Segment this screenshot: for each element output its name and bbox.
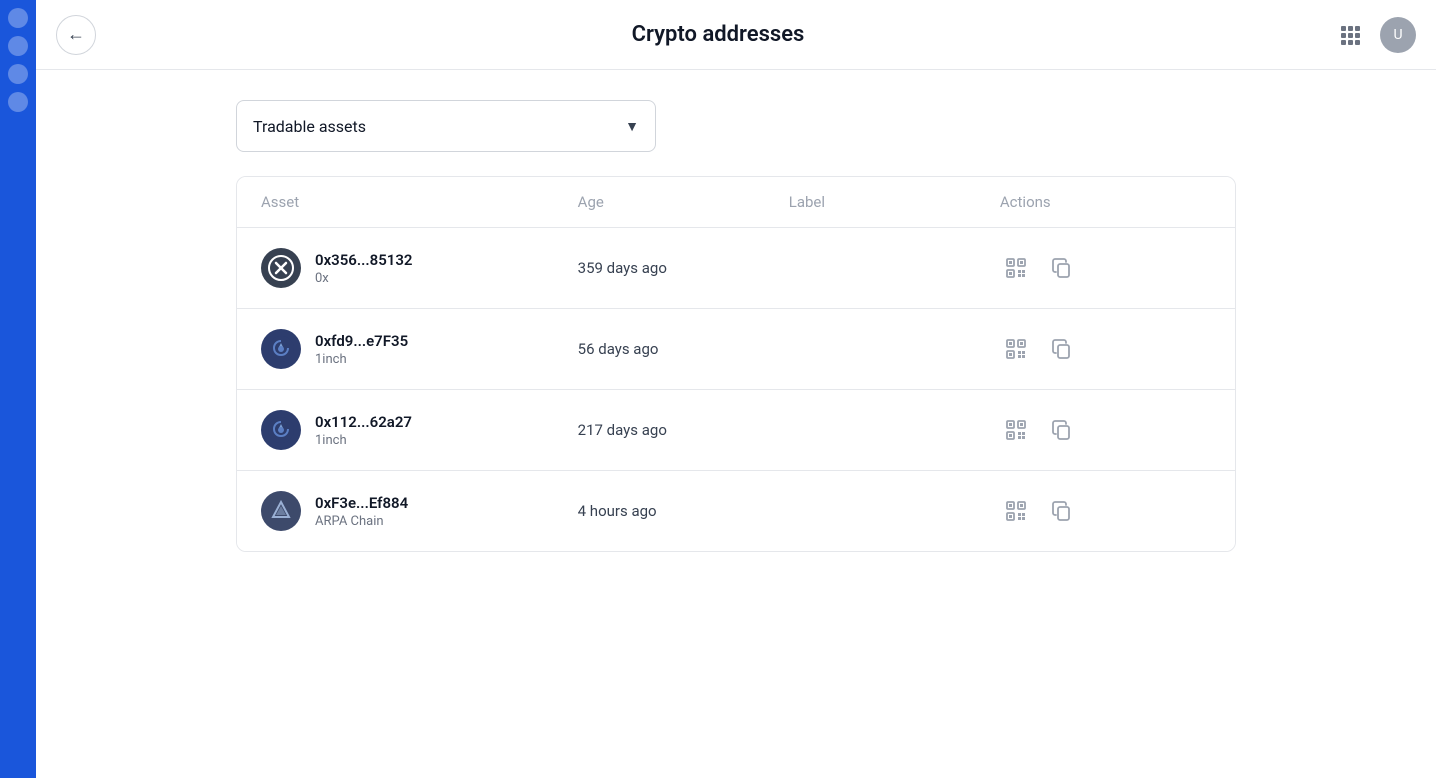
table-header: Asset Age Label Actions	[237, 177, 1235, 228]
asset-info-4: 0xF3e...Ef884 ARPA Chain	[315, 494, 408, 529]
page-title: Crypto addresses	[632, 22, 805, 47]
actions-cell-4	[1000, 495, 1211, 527]
sidebar-item-3[interactable]	[8, 64, 28, 84]
back-arrow-icon: ←	[67, 24, 85, 45]
copy-icon	[1051, 500, 1073, 522]
copy-icon	[1051, 257, 1073, 279]
1inch-icon	[267, 335, 295, 363]
asset-cell-2: 0xfd9...e7F35 1inch	[261, 329, 578, 369]
content-area: Tradable assets ▼ Asset Age Label Action…	[36, 70, 1436, 778]
grid-menu-button[interactable]	[1332, 17, 1368, 53]
main-content: ← Crypto addresses U	[36, 0, 1436, 778]
asset-name-1: 0x	[315, 271, 413, 286]
filter-dropdown-label: Tradable assets	[253, 117, 366, 136]
asset-address-1: 0x356...85132	[315, 251, 413, 269]
age-cell-4: 4 hours ago	[578, 502, 789, 520]
header-right: U	[1332, 17, 1416, 53]
qr-icon	[1004, 337, 1028, 361]
table-row: 0x356...85132 0x 359 days ago	[237, 228, 1235, 309]
asset-icon-2	[261, 329, 301, 369]
column-header-asset: Asset	[261, 193, 578, 211]
qr-code-button-3[interactable]	[1000, 414, 1032, 446]
asset-info-1: 0x356...85132 0x	[315, 251, 413, 286]
asset-cell-3: 0x112...62a27 1inch	[261, 410, 578, 450]
header: ← Crypto addresses U	[36, 0, 1436, 70]
asset-name-3: 1inch	[315, 433, 412, 448]
asset-cell-4: 0xF3e...Ef884 ARPA Chain	[261, 491, 578, 531]
copy-icon	[1051, 419, 1073, 441]
copy-button-1[interactable]	[1046, 252, 1078, 284]
arpa-icon	[267, 497, 295, 525]
chevron-down-icon: ▼	[625, 118, 639, 135]
copy-button-3[interactable]	[1046, 414, 1078, 446]
sidebar-item-2[interactable]	[8, 36, 28, 56]
addresses-table: Asset Age Label Actions	[236, 176, 1236, 552]
sidebar-item-1[interactable]	[8, 8, 28, 28]
asset-info-2: 0xfd9...e7F35 1inch	[315, 332, 408, 367]
asset-address-2: 0xfd9...e7F35	[315, 332, 408, 350]
age-cell-3: 217 days ago	[578, 421, 789, 439]
copy-icon	[1051, 338, 1073, 360]
filter-dropdown[interactable]: Tradable assets ▼	[236, 100, 656, 152]
column-header-actions: Actions	[1000, 193, 1211, 211]
asset-name-4: ARPA Chain	[315, 514, 408, 529]
header-left: ←	[56, 15, 96, 55]
asset-info-3: 0x112...62a27 1inch	[315, 413, 412, 448]
table-row: 0xF3e...Ef884 ARPA Chain 4 hours ago	[237, 471, 1235, 551]
qr-code-button-4[interactable]	[1000, 495, 1032, 527]
age-cell-2: 56 days ago	[578, 340, 789, 358]
sidebar-item-4[interactable]	[8, 92, 28, 112]
copy-button-4[interactable]	[1046, 495, 1078, 527]
asset-cell-1: 0x356...85132 0x	[261, 248, 578, 288]
actions-cell-2	[1000, 333, 1211, 365]
circle-x-icon	[267, 254, 295, 282]
asset-icon-4	[261, 491, 301, 531]
actions-cell-1	[1000, 252, 1211, 284]
avatar-initials: U	[1393, 27, 1402, 43]
column-header-age: Age	[578, 193, 789, 211]
asset-address-4: 0xF3e...Ef884	[315, 494, 408, 512]
copy-button-2[interactable]	[1046, 333, 1078, 365]
filter-dropdown-wrapper: Tradable assets ▼	[236, 100, 1236, 152]
column-header-label: Label	[789, 193, 1000, 211]
actions-cell-3	[1000, 414, 1211, 446]
qr-icon	[1004, 256, 1028, 280]
table-row: 0xfd9...e7F35 1inch 56 days ago	[237, 309, 1235, 390]
sidebar	[0, 0, 36, 778]
user-avatar[interactable]: U	[1380, 17, 1416, 53]
table-row: 0x112...62a27 1inch 217 days ago	[237, 390, 1235, 471]
asset-icon-1	[261, 248, 301, 288]
1inch-icon-2	[267, 416, 295, 444]
asset-name-2: 1inch	[315, 352, 408, 367]
qr-icon	[1004, 418, 1028, 442]
qr-code-button-2[interactable]	[1000, 333, 1032, 365]
asset-address-3: 0x112...62a27	[315, 413, 412, 431]
asset-icon-3	[261, 410, 301, 450]
grid-icon	[1339, 24, 1361, 46]
qr-code-button-1[interactable]	[1000, 252, 1032, 284]
age-cell-1: 359 days ago	[578, 259, 789, 277]
back-button[interactable]: ←	[56, 15, 96, 55]
qr-icon	[1004, 499, 1028, 523]
